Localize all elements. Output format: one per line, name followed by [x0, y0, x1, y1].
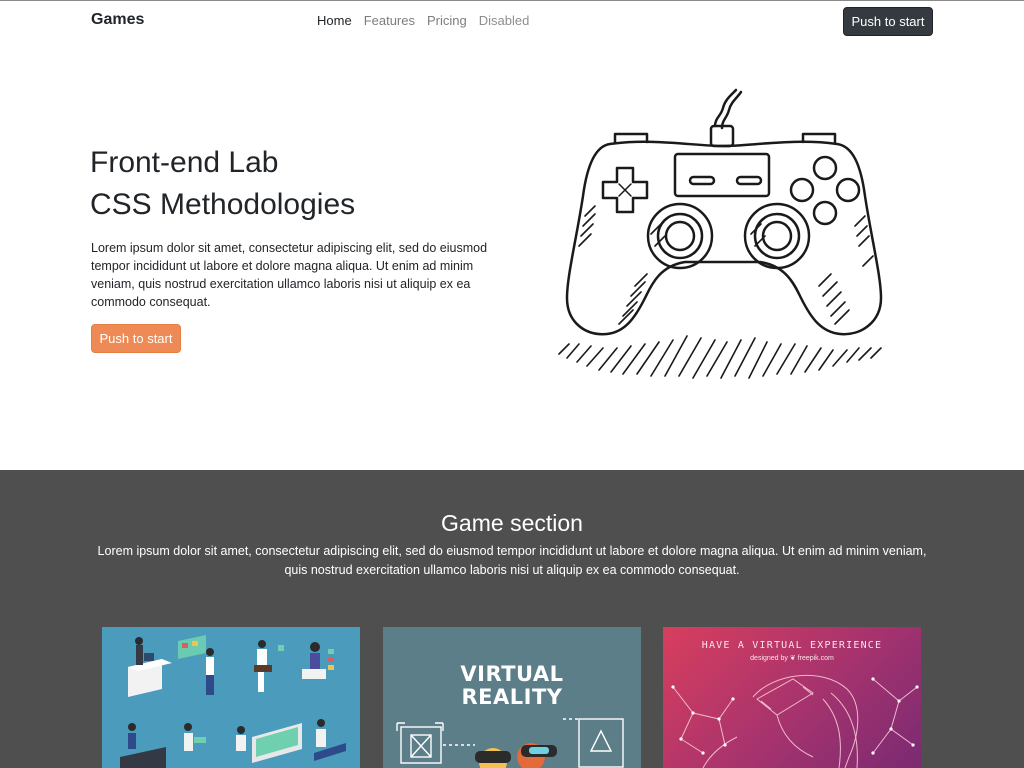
nav-link-disabled: Disabled [478, 13, 530, 28]
game-card-2[interactable]: VIRTUAL REALITY [383, 627, 641, 768]
brand-logo[interactable]: Games [91, 11, 144, 29]
game-section-description: Lorem ipsum dolor sit amet, consectetur … [97, 544, 927, 577]
game-card-1[interactable] [102, 627, 360, 768]
hero-description: Lorem ipsum dolor sit amet, consectetur … [91, 241, 488, 309]
vr-woman-line-illustration [671, 674, 919, 768]
hero-title-line-1: Front-end Lab [90, 146, 279, 179]
hero-title-line-2: CSS Methodologies [90, 188, 356, 221]
game-section-title: Game section [441, 510, 583, 536]
hero-title: Front-end Lab CSS Methodologies [90, 142, 355, 226]
nav-link-pricing[interactable]: Pricing [427, 13, 467, 28]
vr-headset-illustration [396, 718, 624, 768]
main-nav: Home Features Pricing Disabled [317, 13, 529, 28]
hero-push-to-start-button[interactable]: Push to start [91, 324, 181, 353]
gamepad-icon [558, 88, 883, 379]
navbar: Games Home Features Pricing Disabled Pus… [0, 1, 1024, 41]
nav-push-to-start-button[interactable]: Push to start [843, 7, 933, 36]
nav-link-features[interactable]: Features [364, 13, 415, 28]
isometric-people-illustration [120, 635, 346, 768]
nav-link-home[interactable]: Home [317, 13, 352, 28]
game-section: Game section Lorem ipsum dolor sit amet,… [0, 470, 1024, 768]
game-card-3[interactable]: HAVE A VIRTUAL EXPERIENCE designed by ❦ … [663, 627, 921, 768]
